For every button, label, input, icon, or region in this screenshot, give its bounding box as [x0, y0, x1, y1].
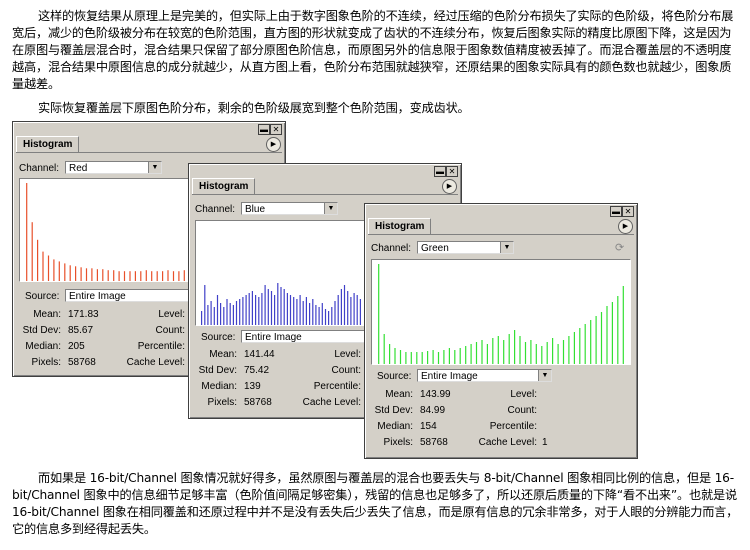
cache-level-label: Cache Level: [302, 397, 361, 408]
chevron-down-icon[interactable]: ▼ [148, 162, 161, 173]
mean-label: Mean: [33, 309, 61, 320]
count-label: Count: [507, 405, 537, 416]
cache-level-label: Cache Level: [478, 437, 537, 448]
minimize-icon[interactable]: ▬ [610, 206, 622, 217]
std-dev-value: 75.42 [244, 365, 270, 376]
histogram-bars [200, 283, 361, 325]
std-dev-label: Std Dev: [374, 405, 413, 416]
percentile-label: Percentile: [137, 341, 185, 352]
minimize-icon[interactable]: ▬ [258, 124, 270, 135]
tab-histogram[interactable]: Histogram [192, 178, 256, 194]
pixels-value: 58768 [68, 357, 96, 368]
window-titlebar[interactable]: ▬ ✕ [190, 165, 460, 177]
cache-level-label: Cache Level: [126, 357, 185, 368]
channel-label: Channel: [19, 163, 60, 174]
source-select-value: Entire Image [421, 371, 478, 382]
mean-label: Mean: [385, 389, 413, 400]
channel-select-value: Green [421, 243, 449, 254]
tab-row: Histogram ▶ [16, 136, 282, 153]
median-value: 154 [420, 421, 437, 432]
count-label: Count: [331, 365, 361, 376]
refresh-icon[interactable]: ⟳ [615, 243, 626, 254]
pixels-value: 58768 [244, 397, 272, 408]
intro-paragraph: 这样的恢复结果从原理上是完美的，但实际上由于数字图象色阶的不连续，经过压缩的色阶… [12, 8, 740, 93]
mean-label: Mean: [209, 349, 237, 360]
mean-value: 171.83 [68, 309, 99, 320]
chevron-down-icon[interactable]: ▼ [500, 242, 513, 253]
std-dev-value: 85.67 [68, 325, 94, 336]
channel-select[interactable]: Green ▼ [417, 241, 514, 254]
mean-value: 143.99 [420, 389, 451, 400]
percentile-label: Percentile: [489, 421, 537, 432]
std-dev-label: Std Dev: [22, 325, 61, 336]
level-label: Level: [510, 389, 537, 400]
median-label: Median: [377, 421, 413, 432]
median-value: 139 [244, 381, 261, 392]
percentile-label: Percentile: [313, 381, 361, 392]
median-label: Median: [201, 381, 237, 392]
source-select[interactable]: Entire Image [65, 289, 190, 302]
chevron-down-icon[interactable]: ▼ [538, 370, 551, 381]
panel-menu-icon[interactable]: ▶ [442, 179, 457, 194]
histogram-graph [371, 259, 631, 365]
pixels-label: Pixels: [207, 397, 237, 408]
close-icon[interactable]: ✕ [446, 166, 458, 177]
caption-paragraph-text: 实际恢复覆盖层下原图色阶分布，剩余的色阶级展宽到整个色阶范围，变成齿状。 [38, 101, 470, 115]
median-label: Median: [25, 341, 61, 352]
minimize-icon[interactable]: ▬ [434, 166, 446, 177]
mean-value: 141.44 [244, 349, 275, 360]
std-dev-label: Std Dev: [198, 365, 237, 376]
intro-paragraph-text: 这样的恢复结果从原理上是完美的，但实际上由于数字图象色阶的不连续，经过压缩的色阶… [12, 9, 734, 91]
source-select[interactable]: Entire Image [241, 330, 365, 343]
channel-select-value: Blue [245, 204, 266, 215]
source-label: Source: [25, 291, 60, 302]
source-select-value: Entire Image [69, 291, 126, 302]
median-value: 205 [68, 341, 85, 352]
channel-select[interactable]: Blue ▼ [241, 202, 338, 215]
close-icon[interactable]: ✕ [270, 124, 282, 135]
window-titlebar[interactable]: ▬ ✕ [366, 205, 636, 217]
channel-label: Channel: [195, 204, 236, 215]
std-dev-value: 84.99 [420, 405, 446, 416]
tab-histogram[interactable]: Histogram [368, 218, 432, 234]
tab-row: Histogram ▶ [192, 178, 458, 195]
source-label: Source: [377, 371, 412, 382]
histogram-window-green: ▬ ✕ Histogram ▶ Channel: Green ▼ ⟳ Sourc… [364, 203, 638, 459]
channel-label: Channel: [371, 243, 412, 254]
caption-paragraph: 实际恢复覆盖层下原图色阶分布，剩余的色阶级展宽到整个色阶范围，变成齿状。 [12, 100, 740, 117]
histogram-graph [195, 220, 367, 326]
channel-select-value: Red [69, 163, 88, 174]
count-label: Count: [155, 325, 185, 336]
histogram-bars [378, 264, 624, 364]
pixels-label: Pixels: [31, 357, 61, 368]
close-icon[interactable]: ✕ [622, 206, 634, 217]
source-select[interactable]: Entire Image ▼ [417, 369, 552, 382]
level-label: Level: [158, 309, 185, 320]
window-titlebar[interactable]: ▬ ✕ [14, 123, 284, 135]
cache-level-value: 1 [542, 437, 548, 448]
tab-row: Histogram ▶ [368, 218, 634, 235]
tab-histogram[interactable]: Histogram [16, 136, 80, 152]
closing-paragraph-text: 而如果是 16-bit/Channel 图象情况就好得多，虽然原图与覆盖层的混合… [12, 471, 739, 536]
pixels-label: Pixels: [383, 437, 413, 448]
source-select-value: Entire Image [245, 332, 302, 343]
level-label: Level: [334, 349, 361, 360]
pixels-value: 58768 [420, 437, 448, 448]
chevron-down-icon[interactable]: ▼ [324, 203, 337, 214]
channel-select[interactable]: Red ▼ [65, 161, 162, 174]
panel-menu-icon[interactable]: ▶ [618, 219, 633, 234]
source-label: Source: [201, 332, 236, 343]
closing-paragraph: 而如果是 16-bit/Channel 图象情况就好得多，虽然原图与覆盖层的混合… [12, 470, 740, 538]
panel-menu-icon[interactable]: ▶ [266, 137, 281, 152]
